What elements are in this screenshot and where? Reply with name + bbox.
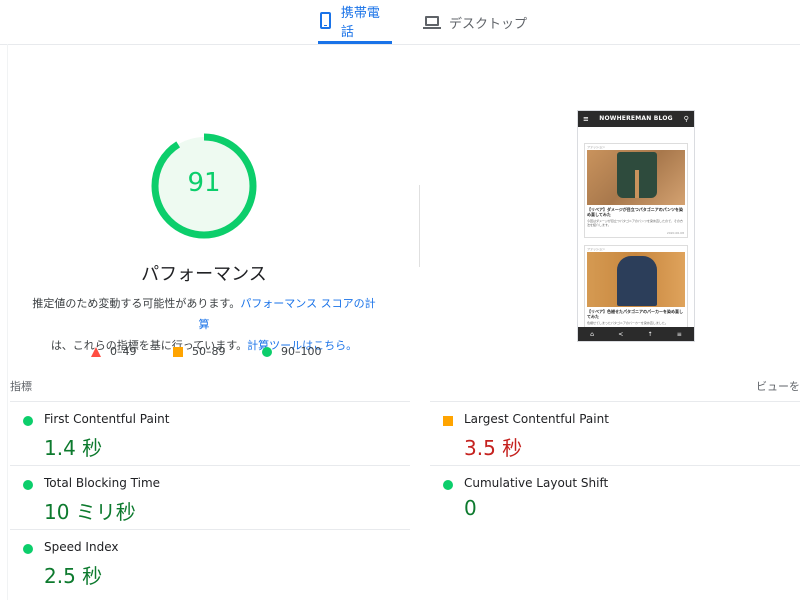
card-text: 今回はダメージが目立つパタゴニアのパンツを染め直したので、その方法を紹介します。	[587, 219, 683, 227]
average-status-icon	[443, 416, 453, 426]
triangle-icon	[91, 346, 101, 357]
good-status-icon	[23, 480, 33, 490]
card-title: 【リペア】ダメージが目立つパタゴニアのパンツを染め直してみた	[587, 207, 683, 217]
divider	[10, 401, 410, 402]
preview-blog-title: NOWHEREMAN BLOG	[599, 115, 673, 122]
divider	[10, 529, 410, 530]
metric-value: 0	[464, 496, 477, 520]
metric-value: 1.4 秒	[44, 436, 103, 460]
metric-name: Speed Index	[44, 540, 119, 554]
metric-si: Speed Index 2.5 秒	[23, 540, 403, 588]
device-tabs: 携帯電話 デスクトップ	[0, 0, 800, 45]
legend-good-label: 90–100	[281, 345, 322, 358]
metric-name: Cumulative Layout Shift	[464, 476, 609, 490]
shorts-image	[617, 152, 657, 198]
list-icon: ≡	[676, 330, 682, 338]
metric-cls: Cumulative Layout Shift 0	[443, 476, 793, 520]
card-category: ファッション	[587, 145, 606, 149]
circle-icon	[262, 346, 272, 357]
metric-lcp: Largest Contentful Paint 3.5 秒	[443, 412, 793, 460]
legend-average-label: 50–89	[192, 345, 226, 358]
performance-title: パフォーマンス	[141, 264, 267, 285]
divider	[430, 465, 800, 466]
preview-card: ファッション 【リペア】色褪せたパタゴニアのパーカーを染め直してみた 色褪せてし…	[584, 245, 688, 329]
tab-mobile-label: 携帯電話	[340, 5, 380, 40]
legend-poor: 0–49	[91, 345, 137, 358]
share-icon: <	[618, 330, 624, 338]
page-screenshot-preview: ≡ NOWHEREMAN BLOG ⚲ ファッション 【リペア】ダメージが目立つ…	[577, 110, 695, 342]
arrow-up-icon: ↑	[647, 330, 653, 338]
card-text: 色褪せてしまったパタゴニアのパーカーを染め直しました。	[587, 321, 668, 325]
metric-fcp: First Contentful Paint 1.4 秒	[23, 412, 403, 460]
search-icon: ⚲	[683, 115, 689, 123]
hoodie-image	[617, 256, 657, 306]
metric-value: 2.5 秒	[44, 564, 103, 588]
metric-name: First Contentful Paint	[44, 412, 170, 426]
menu-icon: ≡	[583, 115, 590, 123]
good-status-icon	[23, 416, 33, 426]
legend-poor-label: 0–49	[110, 345, 137, 358]
vertical-divider	[419, 185, 420, 267]
card-date: 2020.06.08	[666, 231, 684, 235]
tab-mobile[interactable]: 携帯電話	[318, 0, 392, 44]
phone-icon	[320, 12, 331, 29]
metrics-header: 指標	[10, 380, 32, 393]
panel-edge	[7, 44, 8, 600]
tab-desktop-label: デスクトップ	[449, 16, 528, 32]
metrics-view-toggle[interactable]: ビューを	[756, 378, 800, 394]
card-title: 【リペア】色褪せたパタゴニアのパーカーを染め直してみた	[587, 309, 683, 319]
legend-average: 50–89	[173, 345, 226, 358]
home-icon: ⌂	[590, 330, 594, 338]
legend-good: 90–100	[262, 345, 322, 358]
divider	[10, 465, 410, 466]
square-icon	[173, 346, 183, 357]
good-status-icon	[443, 480, 453, 490]
desc-text-1: 推定値のため変動する可能性があります。	[32, 297, 241, 310]
card-category: ファッション	[587, 247, 606, 251]
metric-value: 10 ミリ秒	[44, 500, 136, 524]
card-image	[587, 252, 685, 307]
preview-card: ファッション 【リペア】ダメージが目立つパタゴニアのパンツを染め直してみた 今回…	[584, 143, 688, 238]
preview-header: ≡ NOWHEREMAN BLOG ⚲	[578, 111, 694, 127]
metric-tbt: Total Blocking Time 10 ミリ秒	[23, 476, 403, 524]
metric-name: Largest Contentful Paint	[464, 412, 609, 426]
preview-bottom-nav: ⌂ < ↑ ≡	[578, 327, 694, 341]
laptop-icon	[423, 15, 441, 29]
good-status-icon	[23, 544, 33, 554]
card-image	[587, 150, 685, 205]
performance-score: 91	[187, 168, 221, 198]
tab-desktop[interactable]: デスクトップ	[423, 0, 527, 44]
divider	[430, 401, 800, 402]
metric-value: 3.5 秒	[464, 436, 523, 460]
metric-name: Total Blocking Time	[44, 476, 161, 490]
